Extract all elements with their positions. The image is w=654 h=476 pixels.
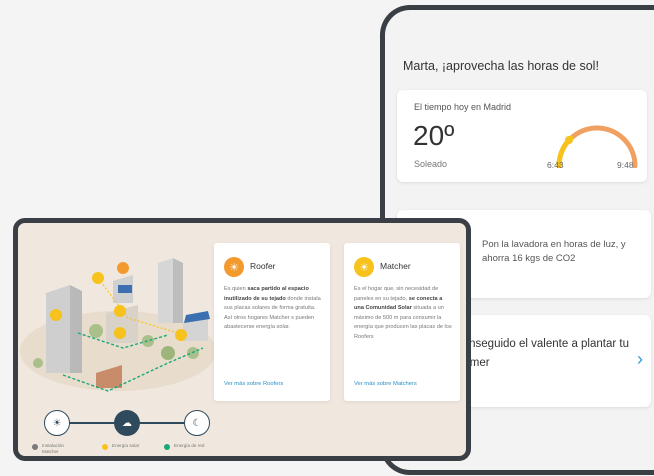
- sun-icon[interactable]: ☀: [44, 410, 70, 436]
- solar-community-illustration: [20, 258, 216, 392]
- roofer-more-link[interactable]: Ver más sobre Roofers: [224, 381, 283, 387]
- weather-condition: Soleado: [414, 159, 448, 169]
- sun-icon: ☀: [354, 257, 374, 277]
- matcher-card: ☀ Matcher Es el hogar que, sin necesidad…: [344, 243, 460, 401]
- roofer-title: Roofer: [250, 261, 276, 271]
- weather-location-label: El tiempo hoy en Madrid: [414, 102, 512, 112]
- weather-card[interactable]: El tiempo hoy en Madrid 20º Soleado 6:43…: [397, 90, 647, 182]
- sun-position-icon: [565, 136, 573, 144]
- chevron-right-icon[interactable]: ›: [637, 349, 643, 370]
- sunrise-time: 6:43: [547, 160, 564, 170]
- greeting-title: Marta, ¡aprovecha las horas de sol!: [403, 59, 599, 73]
- legend-item-grid: Energía de red: [164, 443, 204, 450]
- tip-text: Pon la lavadora en horas de luz, y ahorr…: [482, 239, 626, 264]
- legend: Instalación Matcher Energía solar Energí…: [32, 443, 332, 456]
- tablet-mockup: ☀ Roofer Es quien saca partido al espaci…: [13, 218, 471, 461]
- weather-temperature: 20º: [413, 120, 455, 151]
- sunset-time: 9:48: [617, 160, 634, 170]
- roofer-card: ☀ Roofer Es quien saca partido al espaci…: [214, 243, 330, 401]
- legend-item-matcher: Instalación Matcher: [32, 443, 76, 454]
- legend-item-solar: Energía solar: [102, 443, 139, 450]
- moon-icon[interactable]: ☾: [184, 410, 210, 436]
- cloud-icon[interactable]: ☁: [114, 410, 140, 436]
- legend-dot-icon: [32, 444, 38, 450]
- time-of-day-timeline: ☀ ☁ ☾: [44, 408, 210, 438]
- sun-icon: ☀: [224, 257, 244, 277]
- legend-dot-icon: [102, 444, 108, 450]
- roofer-description: Es quien saca partido al espacio inutili…: [224, 286, 321, 330]
- sun-arc-icon: [556, 125, 638, 168]
- legend-dot-icon: [164, 444, 170, 450]
- goal-text: conseguido el valente a plantar tu prime…: [457, 338, 629, 369]
- matcher-title: Matcher: [380, 261, 411, 271]
- matcher-more-link[interactable]: Ver más sobre Matchers: [354, 381, 417, 387]
- matcher-description: Es el hogar que, sin necesidad de panele…: [354, 286, 452, 340]
